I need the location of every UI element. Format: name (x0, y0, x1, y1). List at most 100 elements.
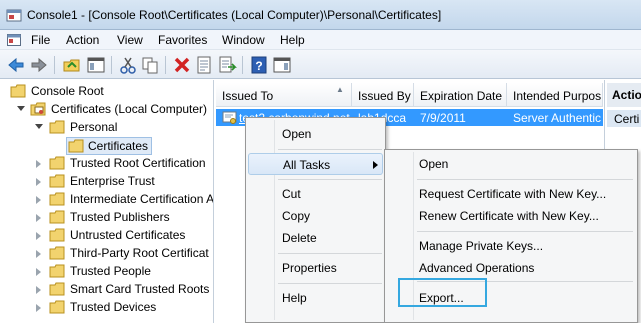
tree-item-label: Trusted Publishers (70, 210, 170, 224)
certificate-store-icon (30, 102, 46, 116)
context-menu-all-tasks[interactable]: All Tasks (248, 153, 383, 175)
folder-icon (49, 300, 65, 314)
system-menu-icon[interactable] (7, 33, 21, 47)
toolbar-separator (242, 56, 243, 74)
menu-item-label: Properties (282, 261, 337, 275)
context-menu-open[interactable]: Open (248, 123, 383, 145)
expanded-arrow-icon[interactable] (17, 106, 25, 111)
certificate-icon (222, 111, 237, 124)
folder-icon (49, 192, 65, 206)
menu-separator (278, 149, 382, 150)
context-menu: Open All Tasks Cut Copy Delete Propertie… (245, 117, 386, 323)
svg-text:?: ? (255, 59, 262, 73)
tree-item-label: Intermediate Certification A (70, 192, 214, 206)
forward-icon[interactable] (29, 55, 49, 75)
menu-window[interactable]: Window (222, 33, 265, 47)
menu-item-label: Cut (282, 187, 301, 201)
collapsed-arrow-icon[interactable] (36, 160, 41, 168)
menu-item-label: Copy (282, 209, 311, 223)
column-header-label: Intended Purpos (513, 89, 602, 103)
tree-item-label: Untrusted Certificates (70, 228, 186, 242)
submenu-renew-cert-new-key[interactable]: Renew Certificate with New Key... (387, 205, 635, 227)
copy-icon[interactable] (140, 55, 160, 75)
column-header-purpose[interactable]: Intended Purpos (507, 83, 603, 107)
context-menu-cut[interactable]: Cut (248, 183, 383, 205)
expanded-arrow-icon[interactable] (35, 124, 43, 129)
tree-item-certificates[interactable]: Certificates (66, 137, 152, 155)
column-header-issued-to[interactable]: Issued To ▲ (216, 83, 352, 107)
cell-expiration: 7/9/2011 (420, 111, 466, 125)
menu-file[interactable]: File (31, 33, 50, 47)
submenu-manage-private-keys[interactable]: Manage Private Keys... (387, 235, 635, 257)
actions-header: Actio (607, 83, 641, 107)
tree-item-label: Trusted People (70, 264, 151, 278)
menu-item-label: Help (282, 291, 307, 305)
delete-icon[interactable] (172, 55, 192, 75)
menu-favorites[interactable]: Favorites (158, 33, 207, 47)
submenu-advanced-operations[interactable]: Advanced Operations (387, 257, 635, 279)
context-menu-help[interactable]: Help (248, 287, 383, 309)
toolbar-separator (165, 56, 166, 74)
cell-purpose: Server Authentic (513, 111, 602, 125)
submenu-open[interactable]: Open (387, 153, 635, 175)
collapsed-arrow-icon[interactable] (36, 178, 41, 186)
folder-icon (49, 264, 65, 278)
collapsed-arrow-icon[interactable] (36, 286, 41, 294)
column-header-label: Issued By (358, 89, 411, 103)
export-list-icon[interactable] (217, 55, 237, 75)
column-header-label: Issued To (222, 89, 274, 103)
tree-item-label: Console Root (31, 84, 104, 98)
window-title: Console1 - [Console Root\Certificates (L… (27, 8, 442, 22)
menu-item-label: Manage Private Keys... (419, 239, 544, 253)
menu-help[interactable]: Help (280, 33, 305, 47)
tree-item-label: Enterprise Trust (70, 174, 155, 188)
folder-icon (49, 228, 65, 242)
show-tree-icon[interactable] (86, 55, 106, 75)
submenu-arrow-icon (373, 161, 378, 169)
tree-item-label: Trusted Devices (70, 300, 157, 314)
menu-item-label: Open (419, 157, 449, 171)
folder-icon (49, 210, 65, 224)
context-menu-copy[interactable]: Copy (248, 205, 383, 227)
back-icon[interactable] (6, 55, 26, 75)
context-menu-delete[interactable]: Delete (248, 227, 383, 249)
menu-item-label: All Tasks (283, 158, 331, 172)
up-folder-icon[interactable] (62, 55, 82, 75)
collapsed-arrow-icon[interactable] (36, 250, 41, 258)
export-highlight-box (398, 278, 487, 307)
menu-separator (417, 179, 633, 180)
action-pane-icon[interactable] (272, 55, 292, 75)
toolbar-separator (54, 56, 55, 74)
tree-item-label: Personal (70, 120, 118, 134)
collapsed-arrow-icon[interactable] (36, 232, 41, 240)
all-tasks-submenu: Open Request Certificate with New Key...… (384, 149, 638, 323)
properties-icon[interactable] (194, 55, 214, 75)
toolbar: ? (0, 50, 641, 79)
submenu-request-cert-new-key[interactable]: Request Certificate with New Key... (387, 183, 635, 205)
help-icon[interactable]: ? (249, 55, 269, 75)
menu-separator (278, 179, 382, 180)
folder-icon (49, 282, 65, 296)
column-header-expiration[interactable]: Expiration Date (414, 83, 507, 107)
folder-open-icon (49, 120, 65, 134)
console-tree: Console Root Certificates (Local Compute… (0, 80, 214, 323)
cut-icon[interactable] (118, 55, 138, 75)
column-header-issued-by[interactable]: Issued By (352, 83, 414, 107)
menu-action[interactable]: Action (66, 33, 99, 47)
mmc-app-icon (6, 9, 22, 22)
menu-separator (417, 231, 633, 232)
title-bar: Console1 - [Console Root\Certificates (L… (0, 0, 641, 30)
collapsed-arrow-icon[interactable] (36, 214, 41, 222)
actions-item-certificates[interactable]: Certi (607, 110, 641, 127)
context-menu-properties[interactable]: Properties (248, 257, 383, 279)
menu-item-label: Renew Certificate with New Key... (419, 209, 599, 223)
collapsed-arrow-icon[interactable] (36, 196, 41, 204)
menu-item-label: Request Certificate with New Key... (419, 187, 607, 201)
folder-icon (49, 156, 65, 170)
collapsed-arrow-icon[interactable] (36, 304, 41, 312)
column-header-label: Expiration Date (420, 89, 503, 103)
menu-view[interactable]: View (117, 33, 143, 47)
menu-separator (278, 253, 382, 254)
collapsed-arrow-icon[interactable] (36, 268, 41, 276)
tree-item-label: Smart Card Trusted Roots (70, 282, 210, 296)
